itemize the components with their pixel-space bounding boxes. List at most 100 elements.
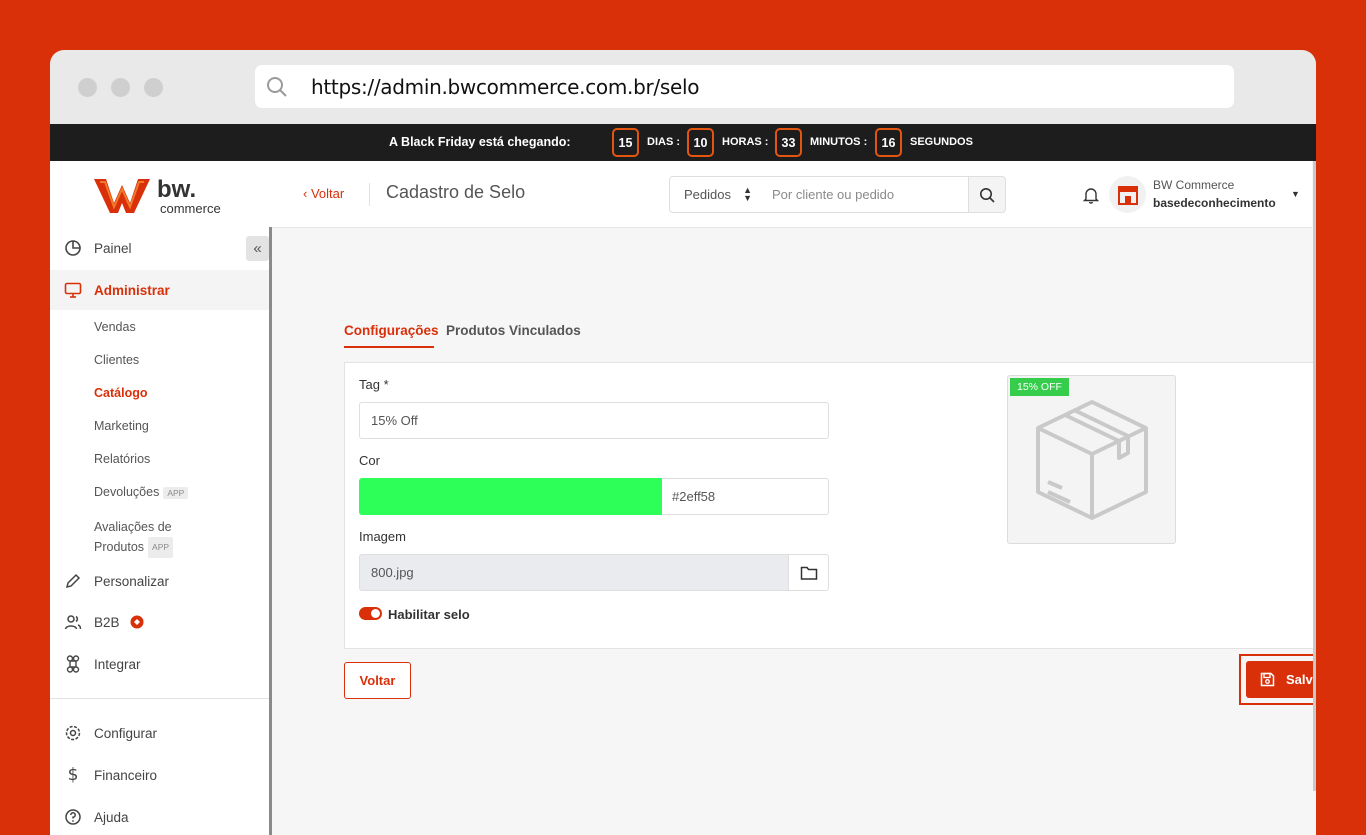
preview-tag: 15% OFF (1010, 378, 1069, 396)
sidebar-item-configurar[interactable]: Configurar (50, 713, 269, 753)
subitem-clientes[interactable]: Clientes (94, 353, 139, 367)
active-tab-indicator (344, 346, 434, 348)
save-icon (1260, 672, 1275, 687)
box-placeholder-icon (1036, 400, 1148, 520)
sidebar-item-label: Painel (94, 240, 132, 256)
sidebar-item-personalizar[interactable]: Personalizar (50, 561, 269, 601)
sidebar-item-label: Integrar (94, 656, 141, 672)
new-badge-icon (130, 615, 144, 629)
monitor-icon (64, 282, 82, 298)
maximize-dot[interactable] (144, 78, 163, 97)
app-badge: APP (148, 537, 174, 558)
browser-window: https://admin.bwcommerce.com.br/selo A B… (50, 50, 1316, 835)
browse-file-button[interactable] (788, 554, 829, 591)
store-icon (1117, 185, 1138, 205)
subitem-label: Devoluções (94, 485, 160, 499)
color-hex-input[interactable]: #2eff58 (662, 478, 829, 515)
minutes-label: MINUTOS : (810, 136, 868, 148)
sidebar-item-financeiro[interactable]: $ Financeiro (50, 755, 269, 795)
toggle-knob (371, 609, 380, 618)
tab-configuracoes[interactable]: Configurações (344, 323, 439, 338)
command-icon (66, 655, 80, 673)
image-label: Imagem (359, 529, 406, 544)
save-label: Salvar (1286, 672, 1316, 687)
back-link[interactable]: ‹ Voltar (303, 186, 344, 201)
enable-seal-toggle[interactable] (359, 607, 382, 620)
subitem-label-2: Produtos (94, 539, 145, 554)
gear-icon (65, 725, 81, 741)
folder-icon (800, 566, 817, 580)
main-scrollbar[interactable] (1313, 161, 1316, 791)
bell-icon[interactable] (1082, 186, 1100, 204)
color-label: Cor (359, 453, 380, 468)
main-content: ‹ Voltar Cadastro de Selo Pedidos ▲ ▼ Por… (272, 161, 1316, 835)
seal-preview: 15% OFF (1007, 375, 1176, 544)
subitem-label: Avaliações de (94, 520, 172, 534)
help-icon (65, 809, 81, 825)
search-icon (267, 77, 287, 97)
countdown-hours: 10 (687, 128, 714, 157)
countdown-seconds: 16 (875, 128, 902, 157)
logo-mark: bw. commerce (94, 176, 221, 216)
color-picker[interactable] (359, 478, 662, 515)
search-button[interactable] (968, 176, 1006, 213)
back-button[interactable]: Voltar (344, 662, 411, 699)
top-bar: ‹ Voltar Cadastro de Selo Pedidos ▲ ▼ Por… (272, 161, 1312, 228)
subitem-devolucoes[interactable]: Devoluções APP (94, 485, 189, 499)
countdown-days: 15 (612, 128, 639, 157)
url-text: https://admin.bwcommerce.com.br/selo (311, 75, 700, 99)
image-file-input[interactable]: 800.jpg (359, 554, 789, 591)
sidebar-item-label: Administrar (94, 282, 170, 298)
sidebar-item-administrar[interactable]: Administrar (50, 270, 269, 310)
logo-sub: commerce (160, 201, 221, 216)
search-icon (980, 187, 995, 203)
chevron-down-icon[interactable]: ▼ (1291, 189, 1300, 199)
sidebar-item-ajuda[interactable]: Ajuda (50, 797, 269, 835)
user-store[interactable]: basedeconhecimento (1153, 196, 1276, 210)
subitem-avaliacoes[interactable]: Avaliações de Produtos APP (94, 518, 174, 558)
sidebar-item-label: Financeiro (94, 767, 158, 783)
minimize-dot[interactable] (111, 78, 130, 97)
page-title: Cadastro de Selo (386, 182, 526, 202)
brand-logo[interactable]: bw. commerce (92, 173, 242, 222)
enable-seal-label: Habilitar selo (388, 607, 470, 622)
sidebar-item-b2b[interactable]: B2B (50, 602, 269, 642)
sidebar-item-integrar[interactable]: Integrar (50, 644, 269, 684)
subitem-vendas[interactable]: Vendas (94, 320, 136, 334)
seconds-label: SEGUNDOS (910, 136, 973, 148)
search-type-value: Pedidos (684, 187, 731, 202)
logo-brand: bw. (157, 176, 196, 203)
sidebar-item-label: Configurar (94, 725, 158, 741)
users-icon (64, 615, 82, 630)
subitem-relatorios[interactable]: Relatórios (94, 452, 150, 466)
divider (369, 183, 370, 206)
sidebar: bw. commerce « Painel Administrar Vendas… (50, 161, 272, 835)
sidebar-item-label: Ajuda (94, 809, 129, 825)
hours-label: HORAS : (722, 136, 769, 148)
search-type-select[interactable]: Pedidos ▲ ▼ (669, 176, 762, 213)
app-badge: APP (163, 486, 189, 499)
save-button[interactable]: Salvar (1246, 661, 1316, 698)
subitem-marketing[interactable]: Marketing (94, 419, 149, 433)
user-name[interactable]: BW Commerce (1153, 178, 1234, 192)
pie-chart-icon (65, 240, 81, 256)
form-card: Tag * 15% Off Cor #2eff58 Imagem 800.jpg… (344, 362, 1316, 649)
sidebar-item-painel[interactable]: Painel (50, 228, 269, 268)
tag-input[interactable]: 15% Off (359, 402, 829, 439)
order-search-input[interactable]: Por cliente ou pedido (761, 176, 969, 213)
dollar-icon: $ (67, 765, 79, 785)
pencil-icon (65, 573, 81, 589)
address-bar[interactable]: https://admin.bwcommerce.com.br/selo (255, 65, 1234, 108)
back-link-label: Voltar (310, 186, 345, 201)
days-label: DIAS : (647, 136, 680, 148)
sidebar-divider (50, 698, 269, 699)
promo-title: A Black Friday está chegando: (389, 135, 571, 149)
subitem-catalogo[interactable]: Catálogo (94, 386, 147, 400)
tab-produtos-vinculados[interactable]: Produtos Vinculados (446, 323, 581, 338)
avatar[interactable] (1109, 176, 1146, 213)
countdown-minutes: 33 (775, 128, 802, 157)
sidebar-item-label: B2B (94, 614, 120, 630)
promo-banner: A Black Friday está chegando: 15 DIAS : … (50, 124, 1316, 161)
window-controls (78, 78, 163, 97)
close-dot[interactable] (78, 78, 97, 97)
